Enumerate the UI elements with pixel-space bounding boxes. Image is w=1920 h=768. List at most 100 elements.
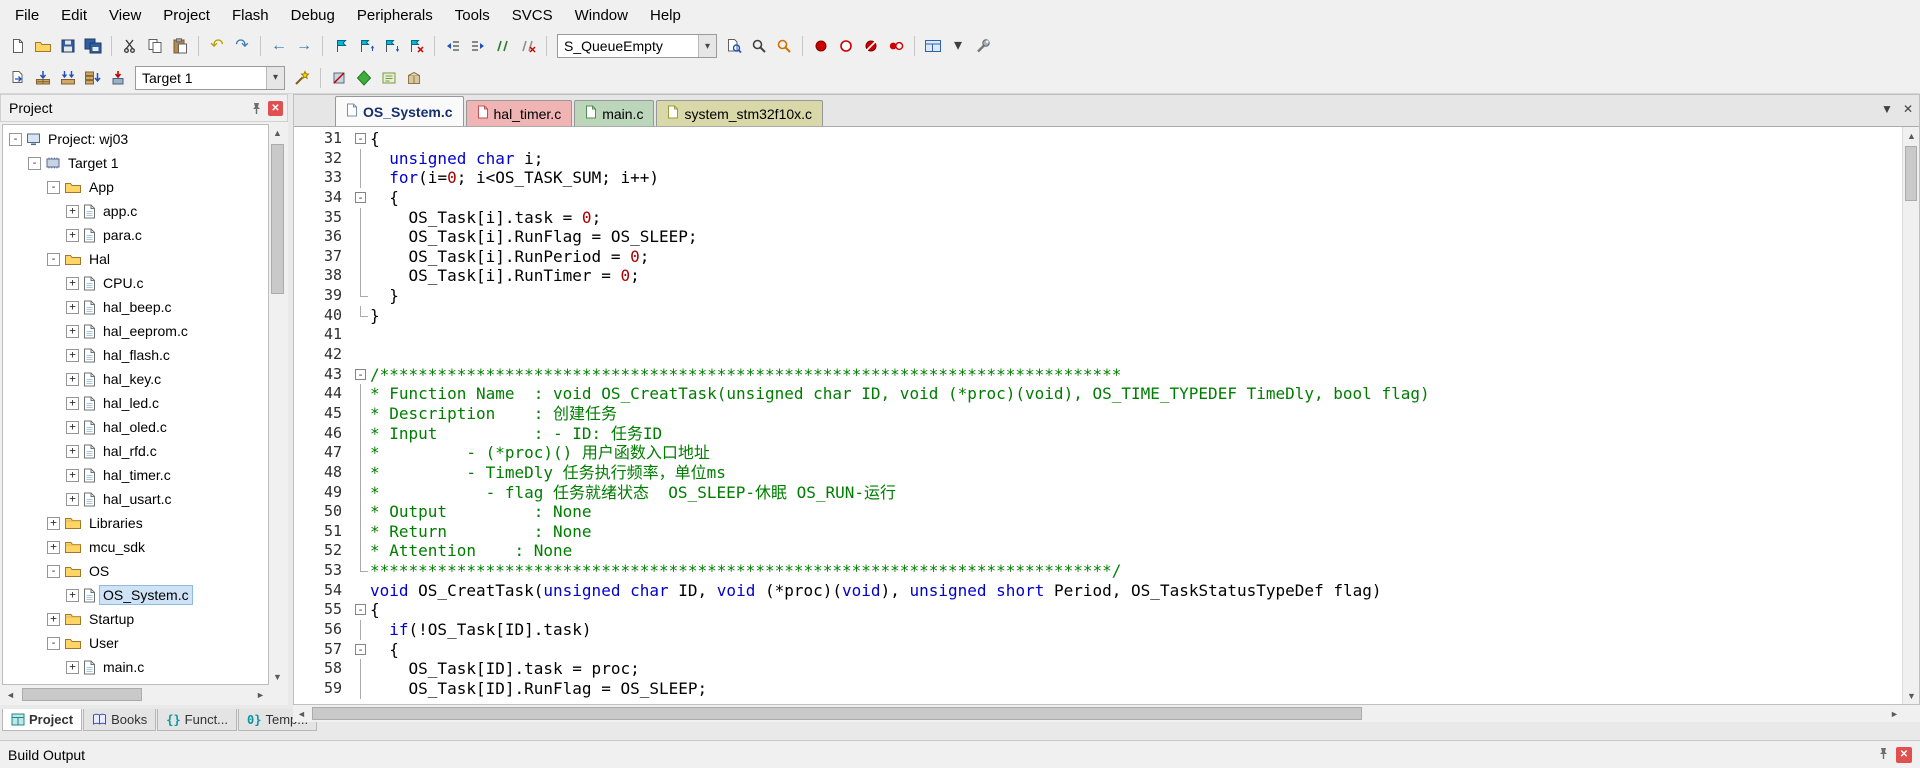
scrollbar-thumb[interactable] (271, 144, 284, 294)
expander-collapse-icon[interactable]: - (47, 180, 60, 194)
expander-expand-icon[interactable]: + (66, 420, 79, 434)
save-icon[interactable] (56, 34, 80, 58)
batch-build-icon[interactable] (81, 66, 105, 90)
close-output-icon[interactable]: ✕ (1896, 746, 1912, 763)
file-extensions-icon[interactable] (377, 66, 401, 90)
menu-svcs[interactable]: SVCS (501, 2, 564, 29)
scroll-left-icon[interactable]: ◄ (2, 686, 19, 703)
expander-expand-icon[interactable]: + (47, 612, 60, 626)
close-panel-icon[interactable]: ✕ (268, 100, 283, 116)
tree-item-os-system-c[interactable]: + OS_System.c (3, 583, 268, 607)
indent-icon[interactable] (466, 34, 490, 58)
expander-expand-icon[interactable]: + (66, 276, 79, 290)
copy-icon[interactable] (143, 34, 167, 58)
expander-expand-icon[interactable]: + (66, 468, 79, 482)
expander-expand-icon[interactable]: + (66, 492, 79, 506)
window-layout-dropdown-icon[interactable]: ▾ (946, 34, 970, 58)
bookmark-prev-icon[interactable] (354, 34, 378, 58)
expander-collapse-icon[interactable]: - (47, 564, 60, 578)
menu-window[interactable]: Window (564, 2, 639, 29)
fold-collapse-icon[interactable]: - (352, 188, 370, 208)
expander-expand-icon[interactable]: + (66, 300, 79, 314)
save-all-icon[interactable] (81, 34, 105, 58)
pin-icon[interactable] (1876, 746, 1890, 763)
build-icon[interactable] (31, 66, 55, 90)
tree-item-cpu-c[interactable]: + CPU.c (3, 271, 268, 295)
expander-expand-icon[interactable]: + (66, 588, 79, 602)
open-file-icon[interactable] (31, 34, 55, 58)
rebuild-all-icon[interactable] (56, 66, 80, 90)
configure-icon[interactable] (971, 34, 995, 58)
expander-collapse-icon[interactable]: - (9, 132, 22, 146)
fold-collapse-icon[interactable]: - (352, 129, 370, 149)
scrollbar-thumb[interactable] (312, 707, 1362, 720)
pack-installer-icon[interactable] (402, 66, 426, 90)
fold-collapse-icon[interactable]: - (352, 365, 370, 385)
tree-item-hal-rfd-c[interactable]: + hal_rfd.c (3, 439, 268, 463)
project-vscrollbar[interactable]: ▲ ▼ (269, 124, 286, 685)
tree-item-hal-beep-c[interactable]: + hal_beep.c (3, 295, 268, 319)
tree-item-app[interactable]: - App (3, 175, 268, 199)
scroll-up-icon[interactable]: ▲ (1903, 127, 1920, 144)
tree-item-os[interactable]: - OS (3, 559, 268, 583)
pin-icon[interactable] (247, 99, 265, 117)
tree-item-startup[interactable]: + Startup (3, 607, 268, 631)
redo-icon[interactable]: ↷ (230, 34, 254, 58)
navigate-forward-icon[interactable]: → (292, 34, 316, 58)
expander-expand-icon[interactable]: + (47, 516, 60, 530)
fold-collapse-icon[interactable]: - (352, 600, 370, 620)
find-in-files-icon[interactable] (747, 34, 771, 58)
tree-item-user[interactable]: - User (3, 631, 268, 655)
tab-main-c[interactable]: main.c (574, 100, 655, 126)
tree-item-hal-led-c[interactable]: + hal_led.c (3, 391, 268, 415)
lookup-symbol-icon[interactable] (722, 34, 746, 58)
manage-rte-icon[interactable] (352, 66, 376, 90)
menu-project[interactable]: Project (152, 2, 221, 29)
tree-item-libraries[interactable]: + Libraries (3, 511, 268, 535)
dropdown-arrow-icon[interactable]: ▾ (266, 66, 284, 89)
new-file-icon[interactable] (6, 34, 30, 58)
tree-item-hal-timer-c[interactable]: + hal_timer.c (3, 463, 268, 487)
scroll-up-icon[interactable]: ▲ (269, 124, 286, 141)
expander-expand-icon[interactable]: + (66, 444, 79, 458)
menu-flash[interactable]: Flash (221, 2, 280, 29)
tree-item-hal-usart-c[interactable]: + hal_usart.c (3, 487, 268, 511)
expander-expand-icon[interactable]: + (66, 228, 79, 242)
uncomment-selection-icon[interactable] (516, 34, 540, 58)
editor-hscrollbar[interactable]: ◄ ► (293, 705, 1903, 722)
incremental-find-icon[interactable] (772, 34, 796, 58)
project-hscrollbar[interactable]: ◄ ► (2, 686, 269, 703)
close-file-icon[interactable]: ✕ (1903, 102, 1913, 116)
dropdown-arrow-icon[interactable]: ▾ (698, 35, 716, 57)
tab-os-system-c[interactable]: OS_System.c (335, 96, 464, 126)
tab-hal-timer-c[interactable]: hal_timer.c (465, 100, 573, 126)
symbol-combo[interactable]: S_QueueEmpty ▾ (557, 34, 717, 58)
expander-expand-icon[interactable]: + (66, 204, 79, 218)
expander-expand-icon[interactable]: + (66, 396, 79, 410)
scroll-right-icon[interactable]: ► (252, 686, 269, 703)
panel-tab-funct[interactable]: {} Funct... (157, 709, 238, 731)
menu-help[interactable]: Help (639, 2, 692, 29)
scroll-down-icon[interactable]: ▼ (1903, 687, 1920, 704)
menu-peripherals[interactable]: Peripherals (346, 2, 444, 29)
fold-collapse-icon[interactable]: - (352, 640, 370, 660)
undo-icon[interactable]: ↶ (205, 34, 229, 58)
disable-all-breakpoints-icon[interactable] (884, 34, 908, 58)
download-icon[interactable] (106, 66, 130, 90)
menu-file[interactable]: File (4, 2, 50, 29)
window-layout-icon[interactable] (921, 34, 945, 58)
tree-item-hal-oled-c[interactable]: + hal_oled.c (3, 415, 268, 439)
unindent-icon[interactable] (441, 34, 465, 58)
enable-disable-breakpoint-icon[interactable] (834, 34, 858, 58)
cut-icon[interactable] (118, 34, 142, 58)
tree-item-hal-eeprom-c[interactable]: + hal_eeprom.c (3, 319, 268, 343)
expander-expand-icon[interactable]: + (66, 348, 79, 362)
target-combo[interactable]: Target 1 ▾ (135, 65, 285, 90)
comment-selection-icon[interactable] (491, 34, 515, 58)
expander-collapse-icon[interactable]: - (47, 252, 60, 266)
scroll-left-icon[interactable]: ◄ (293, 705, 310, 722)
options-for-target-icon[interactable] (290, 66, 314, 90)
translate-file-icon[interactable] (6, 66, 30, 90)
tree-item-para-c[interactable]: + para.c (3, 223, 268, 247)
tree-item-hal-key-c[interactable]: + hal_key.c (3, 367, 268, 391)
